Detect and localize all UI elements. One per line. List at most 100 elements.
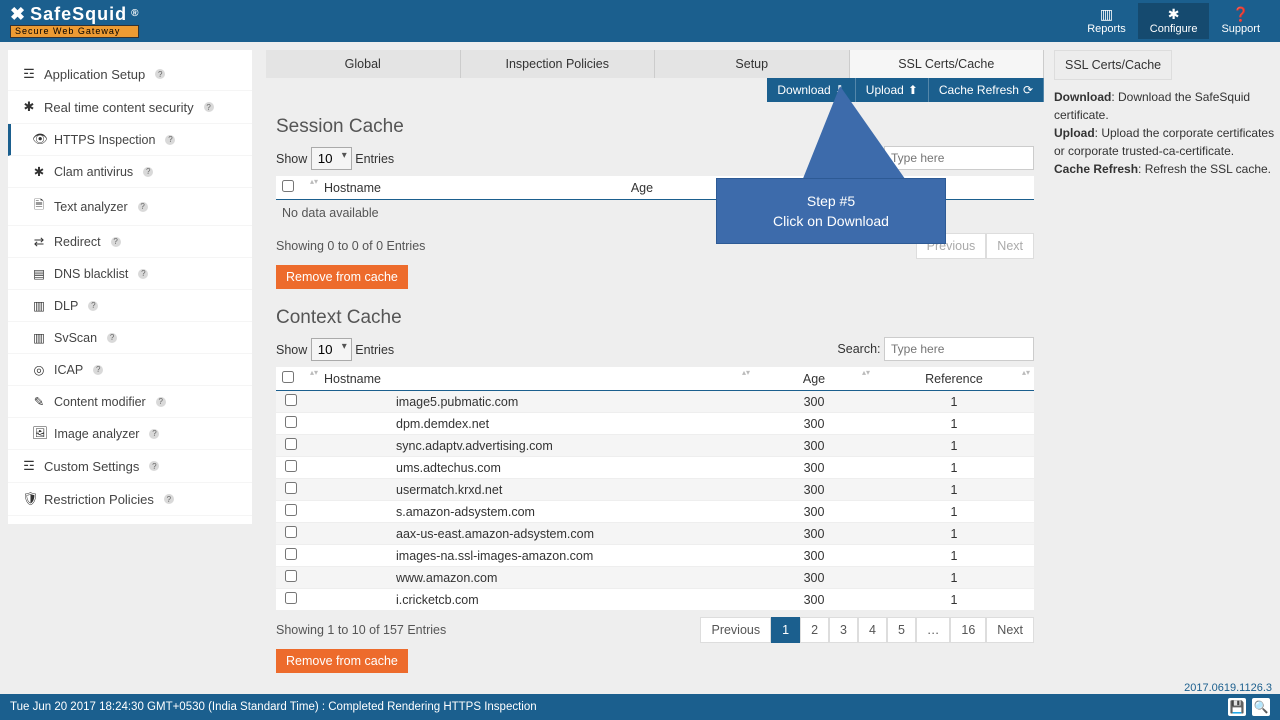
sidebar-label: DLP: [54, 299, 78, 313]
help-dot-icon[interactable]: ?: [149, 429, 159, 439]
col-hostname[interactable]: ▴▾Hostname▴▾: [306, 367, 754, 391]
col-age[interactable]: Age▴▾: [754, 367, 874, 391]
cell-reference: 1: [874, 413, 1034, 435]
app-header: ✖ SafeSquid® Secure Web Gateway ▥Reports…: [0, 0, 1280, 42]
cell-age: 300: [754, 479, 874, 501]
sidebar-label: Content modifier: [54, 395, 146, 409]
nav-support[interactable]: ❓Support: [1209, 3, 1272, 39]
callout-line1: Step #5: [737, 193, 925, 209]
cell-hostname: s.amazon-adsystem.com: [306, 501, 754, 523]
context-page-size-select[interactable]: 10: [311, 338, 352, 361]
row-checkbox[interactable]: [285, 592, 297, 604]
help-dot-icon[interactable]: ?: [138, 269, 148, 279]
pager-page[interactable]: 4: [858, 617, 887, 643]
save-icon[interactable]: 💾: [1228, 698, 1246, 716]
help-dot-icon[interactable]: ?: [107, 333, 117, 343]
row-checkbox[interactable]: [285, 548, 297, 560]
help-dot-icon[interactable]: ?: [88, 301, 98, 311]
help-dot-icon[interactable]: ?: [138, 202, 148, 212]
sidebar-item-clam[interactable]: ✱Clam antivirus?: [8, 156, 252, 188]
cell-reference: 1: [874, 391, 1034, 413]
sidebar-group-app-setup[interactable]: ☲Application Setup?: [8, 58, 252, 91]
cell-age: 300: [754, 589, 874, 611]
context-next[interactable]: Next: [986, 617, 1034, 643]
row-checkbox[interactable]: [285, 526, 297, 538]
cell-reference: 1: [874, 545, 1034, 567]
sidebar-item-dlp[interactable]: ▥ DLP?: [8, 290, 252, 322]
session-remove-button[interactable]: Remove from cache: [276, 265, 408, 289]
table-row: s.amazon-adsystem.com 300 1: [276, 501, 1034, 523]
row-checkbox[interactable]: [285, 504, 297, 516]
tab-global[interactable]: Global: [266, 50, 461, 78]
pager-page[interactable]: 1: [771, 617, 800, 643]
barcode-icon: ▥: [32, 298, 46, 313]
sidebar-item-icap[interactable]: ◎ICAP?: [8, 354, 252, 386]
tab-setup[interactable]: Setup: [655, 50, 850, 78]
nav-reports[interactable]: ▥Reports: [1075, 3, 1138, 39]
nav-configure-label: Configure: [1150, 23, 1198, 35]
tab-inspection-policies[interactable]: Inspection Policies: [461, 50, 656, 78]
callout-line2: Click on Download: [737, 213, 925, 229]
cell-reference: 1: [874, 457, 1034, 479]
col-reference[interactable]: Reference▴▾: [874, 367, 1034, 391]
pager-page[interactable]: 2: [800, 617, 829, 643]
table-row: www.amazon.com 300 1: [276, 567, 1034, 589]
help-dot-icon[interactable]: ?: [164, 494, 174, 504]
pager-page[interactable]: 3: [829, 617, 858, 643]
help-dot-icon[interactable]: ?: [111, 237, 121, 247]
context-check-all[interactable]: [282, 371, 294, 383]
cell-hostname: ums.adtechus.com: [306, 457, 754, 479]
cell-age: 300: [754, 501, 874, 523]
session-show-ctrl: Show 10 Entries: [276, 147, 394, 170]
table-row: usermatch.krxd.net 300 1: [276, 479, 1034, 501]
session-check-all[interactable]: [282, 180, 294, 192]
sidebar-item-text-analyzer[interactable]: 🗎Text analyzer?: [8, 188, 252, 226]
search-icon[interactable]: 🔍: [1252, 698, 1270, 716]
row-checkbox[interactable]: [285, 394, 297, 406]
help-tab[interactable]: SSL Certs/Cache: [1054, 50, 1172, 80]
help-dot-icon[interactable]: ?: [143, 167, 153, 177]
pager-page[interactable]: 5: [887, 617, 916, 643]
help-dot-icon[interactable]: ?: [156, 397, 166, 407]
col-checkbox: [276, 367, 306, 391]
sidebar-item-svscan[interactable]: ▥SvScan?: [8, 322, 252, 354]
pager-page[interactable]: 16: [950, 617, 986, 643]
cell-reference: 1: [874, 435, 1034, 457]
help-dot-icon[interactable]: ?: [149, 461, 159, 471]
sidebar-item-redirect[interactable]: ⇄Redirect?: [8, 226, 252, 258]
main-column: Global Inspection Policies Setup SSL Cer…: [266, 50, 1044, 692]
sidebar-label: Image analyzer: [54, 427, 139, 441]
row-checkbox[interactable]: [285, 416, 297, 428]
cache-refresh-button[interactable]: Cache Refresh⟳: [929, 78, 1044, 102]
help-dot-icon[interactable]: ?: [204, 102, 214, 112]
cell-age: 300: [754, 391, 874, 413]
sidebar-item-image-analyzer[interactable]: 🖼Image analyzer?: [8, 418, 252, 450]
row-checkbox[interactable]: [285, 570, 297, 582]
refresh-icon: ⟳: [1023, 83, 1033, 97]
col-hostname[interactable]: ▴▾Hostname: [306, 176, 625, 200]
sidebar-group-restriction[interactable]: 🛡Restriction Policies?: [8, 483, 252, 516]
help-dot-icon[interactable]: ?: [165, 135, 175, 145]
sidebar-label: Application Setup: [44, 67, 145, 82]
tab-ssl-certs-cache[interactable]: SSL Certs/Cache: [850, 50, 1045, 78]
help-dot-icon[interactable]: ?: [93, 365, 103, 375]
bug-icon: ✱: [22, 99, 36, 115]
col-checkbox: [276, 176, 306, 200]
context-search-input[interactable]: [884, 337, 1034, 361]
sidebar-item-https-inspection[interactable]: 👁HTTPS Inspection?: [8, 124, 252, 156]
context-prev[interactable]: Previous: [700, 617, 771, 643]
nav-configure[interactable]: ✱Configure: [1138, 3, 1210, 39]
sidebar-item-dns-blacklist[interactable]: ▤DNS blacklist?: [8, 258, 252, 290]
sidebar-group-rtcs[interactable]: ✱Real time content security?: [8, 91, 252, 124]
row-checkbox[interactable]: [285, 460, 297, 472]
sidebar-group-custom[interactable]: ☲Custom Settings?: [8, 450, 252, 483]
help-dot-icon[interactable]: ?: [155, 69, 165, 79]
sidebar-item-content-modifier[interactable]: ✎Content modifier?: [8, 386, 252, 418]
session-next[interactable]: Next: [986, 233, 1034, 259]
asterisk-icon: ✱: [32, 164, 46, 179]
cell-age: 300: [754, 413, 874, 435]
row-checkbox[interactable]: [285, 482, 297, 494]
row-checkbox[interactable]: [285, 438, 297, 450]
context-remove-button[interactable]: Remove from cache: [276, 649, 408, 673]
session-page-size-select[interactable]: 10: [311, 147, 352, 170]
